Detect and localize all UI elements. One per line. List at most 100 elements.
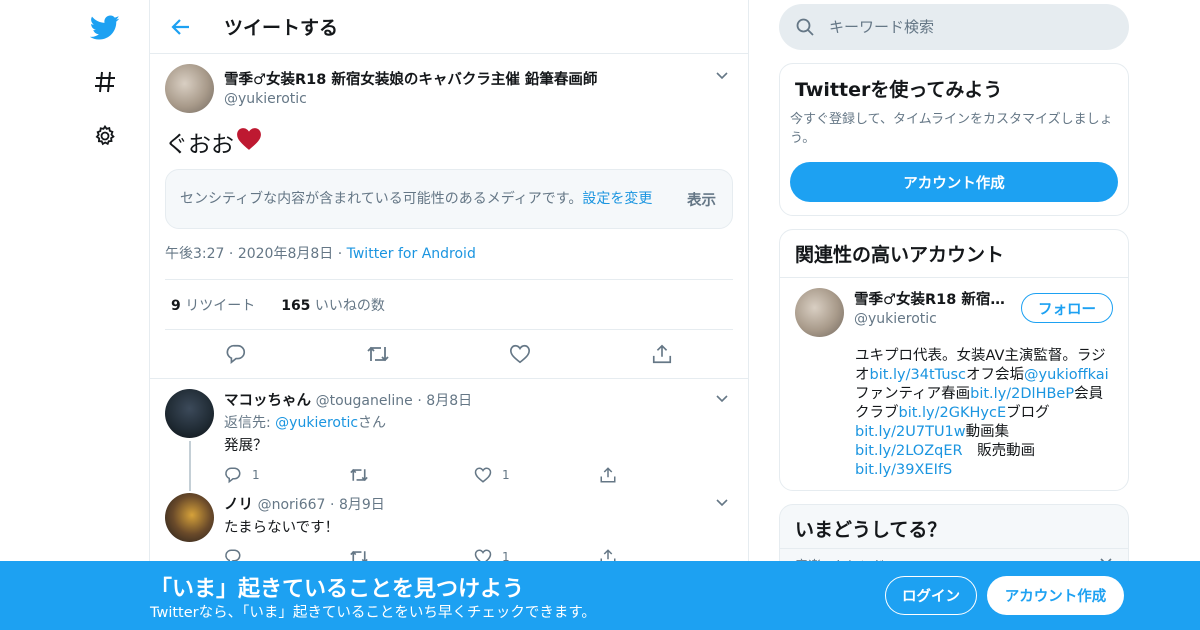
back-arrow-icon[interactable] xyxy=(168,14,194,40)
reply-tweet[interactable]: マコッちゃん @touganeline · 8月8日 返信先: @yukiero… xyxy=(150,378,748,491)
signup-card: Twitterを使ってみよう 今すぐ登録して、タイムラインをカスタマイズしましょ… xyxy=(779,63,1129,216)
author-name[interactable]: 雪季♂女装R18 新宿女装娘のキャバクラ主催 鉛筆春画師 xyxy=(224,68,597,89)
tweet-text-content: ぐおお xyxy=(165,132,234,158)
chevron-down-icon[interactable] xyxy=(712,389,732,409)
like-count: 1 xyxy=(502,468,510,482)
related-bio: ユキプロ代表。女装AV主演監督。ラジオbit.ly/34tTuscオフ会垢@yu… xyxy=(780,347,1128,490)
reply-to-handle[interactable]: @yukierotic xyxy=(275,415,358,431)
retweet-icon xyxy=(350,468,368,482)
reply-share-action[interactable] xyxy=(599,466,724,484)
related-name[interactable]: 雪季♂女装R18 新宿女装娘のキャバクラ主催 鉛筆春画師 xyxy=(854,288,1014,309)
reply-author-handle[interactable]: @touganeline xyxy=(316,393,413,409)
related-accounts-title: 関連性の高いアカウント xyxy=(780,230,1128,278)
tweet-actions xyxy=(165,330,733,378)
follow-button[interactable]: フォロー xyxy=(1021,293,1113,323)
bio-text: ブログ xyxy=(1006,405,1050,421)
reply-author-name[interactable]: ノリ xyxy=(224,497,253,513)
reply-date[interactable]: 8月8日 xyxy=(426,393,472,409)
like-count: 165 xyxy=(281,297,311,314)
reply-avatar[interactable] xyxy=(165,389,214,438)
retweet-stat[interactable]: 9 リツイート xyxy=(171,295,255,315)
share-icon[interactable] xyxy=(647,339,677,369)
focused-tweet: 雪季♂女装R18 新宿女装娘のキャバクラ主催 鉛筆春画師 @yukierotic… xyxy=(150,54,748,378)
bio-link[interactable]: @yukioffkai xyxy=(1024,367,1109,383)
main-header: ツイートする xyxy=(150,0,748,54)
twitter-logo-icon[interactable] xyxy=(85,8,125,48)
create-account-button[interactable]: アカウント作成 xyxy=(790,162,1118,202)
bio-link[interactable]: bit.ly/39XEIfS xyxy=(855,462,952,478)
reply-like-action[interactable]: 1 xyxy=(474,466,599,484)
like-heart-icon xyxy=(474,467,492,483)
related-account[interactable]: 雪季♂女装R18 新宿女装娘のキャバクラ主催 鉛筆春画師 @yukierotic… xyxy=(780,278,1128,347)
chevron-down-icon[interactable] xyxy=(712,493,732,513)
reply-tweet[interactable]: ノリ @nori667 · 8月9日 たまらないです！ 1 xyxy=(150,485,748,567)
author-handle[interactable]: @yukierotic xyxy=(224,91,597,107)
login-button[interactable]: ログイン xyxy=(885,576,977,615)
tweet-date[interactable]: 2020年8月8日 xyxy=(238,246,333,262)
bio-text: ファンティア春画 xyxy=(855,386,971,402)
bio-text: 動画集 xyxy=(965,424,1010,440)
tweet-text: ぐおお xyxy=(165,125,733,159)
related-accounts-card: 関連性の高いアカウント 雪季♂女装R18 新宿女装娘のキャバクラ主催 鉛筆春画師… xyxy=(779,229,1129,491)
reply-to-suffix: さん xyxy=(358,415,387,431)
reply-author-name[interactable]: マコッちゃん xyxy=(224,393,311,409)
retweet-icon[interactable] xyxy=(363,339,393,369)
main-column: ツイートする 雪季♂女装R18 新宿女装娘のキャバクラ主催 鉛筆春画師 @yuk… xyxy=(149,0,749,630)
sensitive-media-notice: センシティブな内容が含まれている可能性のあるメディアです。設定を変更 表示 xyxy=(165,169,733,229)
related-avatar[interactable] xyxy=(795,288,844,337)
signup-card-subtitle: 今すぐ登録して、タイムラインをカスタマイズしましょう。 xyxy=(790,112,1113,146)
reply-count: 1 xyxy=(252,468,260,482)
retweet-count: 9 xyxy=(171,297,181,314)
search-icon xyxy=(796,18,814,36)
tweet-source-link[interactable]: Twitter for Android xyxy=(347,246,476,262)
bottom-signup-bar: 「いま」起きていることを見つけよう Twitterなら、「いま」起きていることを… xyxy=(0,561,1200,630)
retweet-label: リツイート xyxy=(185,297,256,314)
related-handle[interactable]: @yukierotic xyxy=(854,311,1014,327)
reply-text: 発展？ xyxy=(224,438,268,454)
reply-actions: 1 1 xyxy=(224,465,733,485)
reply-to-line: 返信先: @yukieroticさん xyxy=(224,412,733,432)
bio-text: オフ会垢 xyxy=(966,367,1025,383)
change-settings-link[interactable]: 設定を変更 xyxy=(582,191,652,207)
right-sidebar: Twitterを使ってみよう 今すぐ登録して、タイムラインをカスタマイズしましょ… xyxy=(779,4,1129,581)
reply-author-handle[interactable]: @nori667 xyxy=(258,497,326,513)
trends-title: いまどうしてる？ xyxy=(795,519,947,541)
sensitive-media-text: センシティブな内容が含まれている可能性のあるメディアです。設定を変更 xyxy=(180,190,670,209)
tweet-time[interactable]: 午後3:27 xyxy=(165,246,224,262)
share-icon xyxy=(600,467,616,483)
tweet-meta: 午後3:27 · 2020年8月8日 · Twitter for Android xyxy=(165,243,733,280)
explore-hashtag-icon[interactable] xyxy=(85,62,125,102)
page-title: ツイートする xyxy=(224,17,339,39)
author-avatar[interactable] xyxy=(165,64,214,113)
page: ツイートする 雪季♂女装R18 新宿女装娘のキャバクラ主催 鉛筆春画師 @yuk… xyxy=(0,0,1200,630)
red-heart-emoji-icon xyxy=(236,127,262,157)
thread-line xyxy=(189,441,191,491)
bio-link[interactable]: bit.ly/2GKHycE xyxy=(899,405,1007,421)
like-stat[interactable]: 165 いいねの数 xyxy=(281,295,385,315)
reply-icon xyxy=(225,467,241,484)
reply-date[interactable]: 8月9日 xyxy=(339,497,385,513)
sensitive-message: センシティブな内容が含まれている可能性のあるメディアです。 xyxy=(180,190,583,207)
signup-button[interactable]: アカウント作成 xyxy=(987,576,1124,615)
bio-text: 販売動画 xyxy=(962,443,1050,459)
reply-reply-action[interactable]: 1 xyxy=(224,466,349,484)
bottom-bar-title: 「いま」起きていることを見つけよう xyxy=(150,577,525,602)
chevron-down-icon[interactable] xyxy=(712,66,732,86)
bio-link[interactable]: bit.ly/2U7TU1w xyxy=(855,424,966,440)
like-label: いいねの数 xyxy=(314,297,385,314)
search-bar[interactable] xyxy=(779,4,1129,50)
search-input[interactable] xyxy=(829,18,1099,36)
settings-gear-icon[interactable] xyxy=(85,116,125,156)
reply-icon[interactable] xyxy=(221,339,251,369)
reply-avatar[interactable] xyxy=(165,493,214,542)
left-nav xyxy=(85,8,125,170)
signup-card-title: Twitterを使ってみよう xyxy=(795,79,1003,101)
reply-text: たまらないです！ xyxy=(224,520,340,536)
bio-link[interactable]: bit.ly/34tTusc xyxy=(870,367,967,383)
bio-link[interactable]: bit.ly/2LOZqER xyxy=(855,443,963,459)
tweet-stats: 9 リツイート 165 いいねの数 xyxy=(165,280,733,330)
like-heart-icon[interactable] xyxy=(505,339,535,369)
show-media-button[interactable]: 表示 xyxy=(687,189,716,210)
bio-link[interactable]: bit.ly/2DlHBeP xyxy=(970,386,1074,402)
reply-retweet-action[interactable] xyxy=(349,466,474,484)
